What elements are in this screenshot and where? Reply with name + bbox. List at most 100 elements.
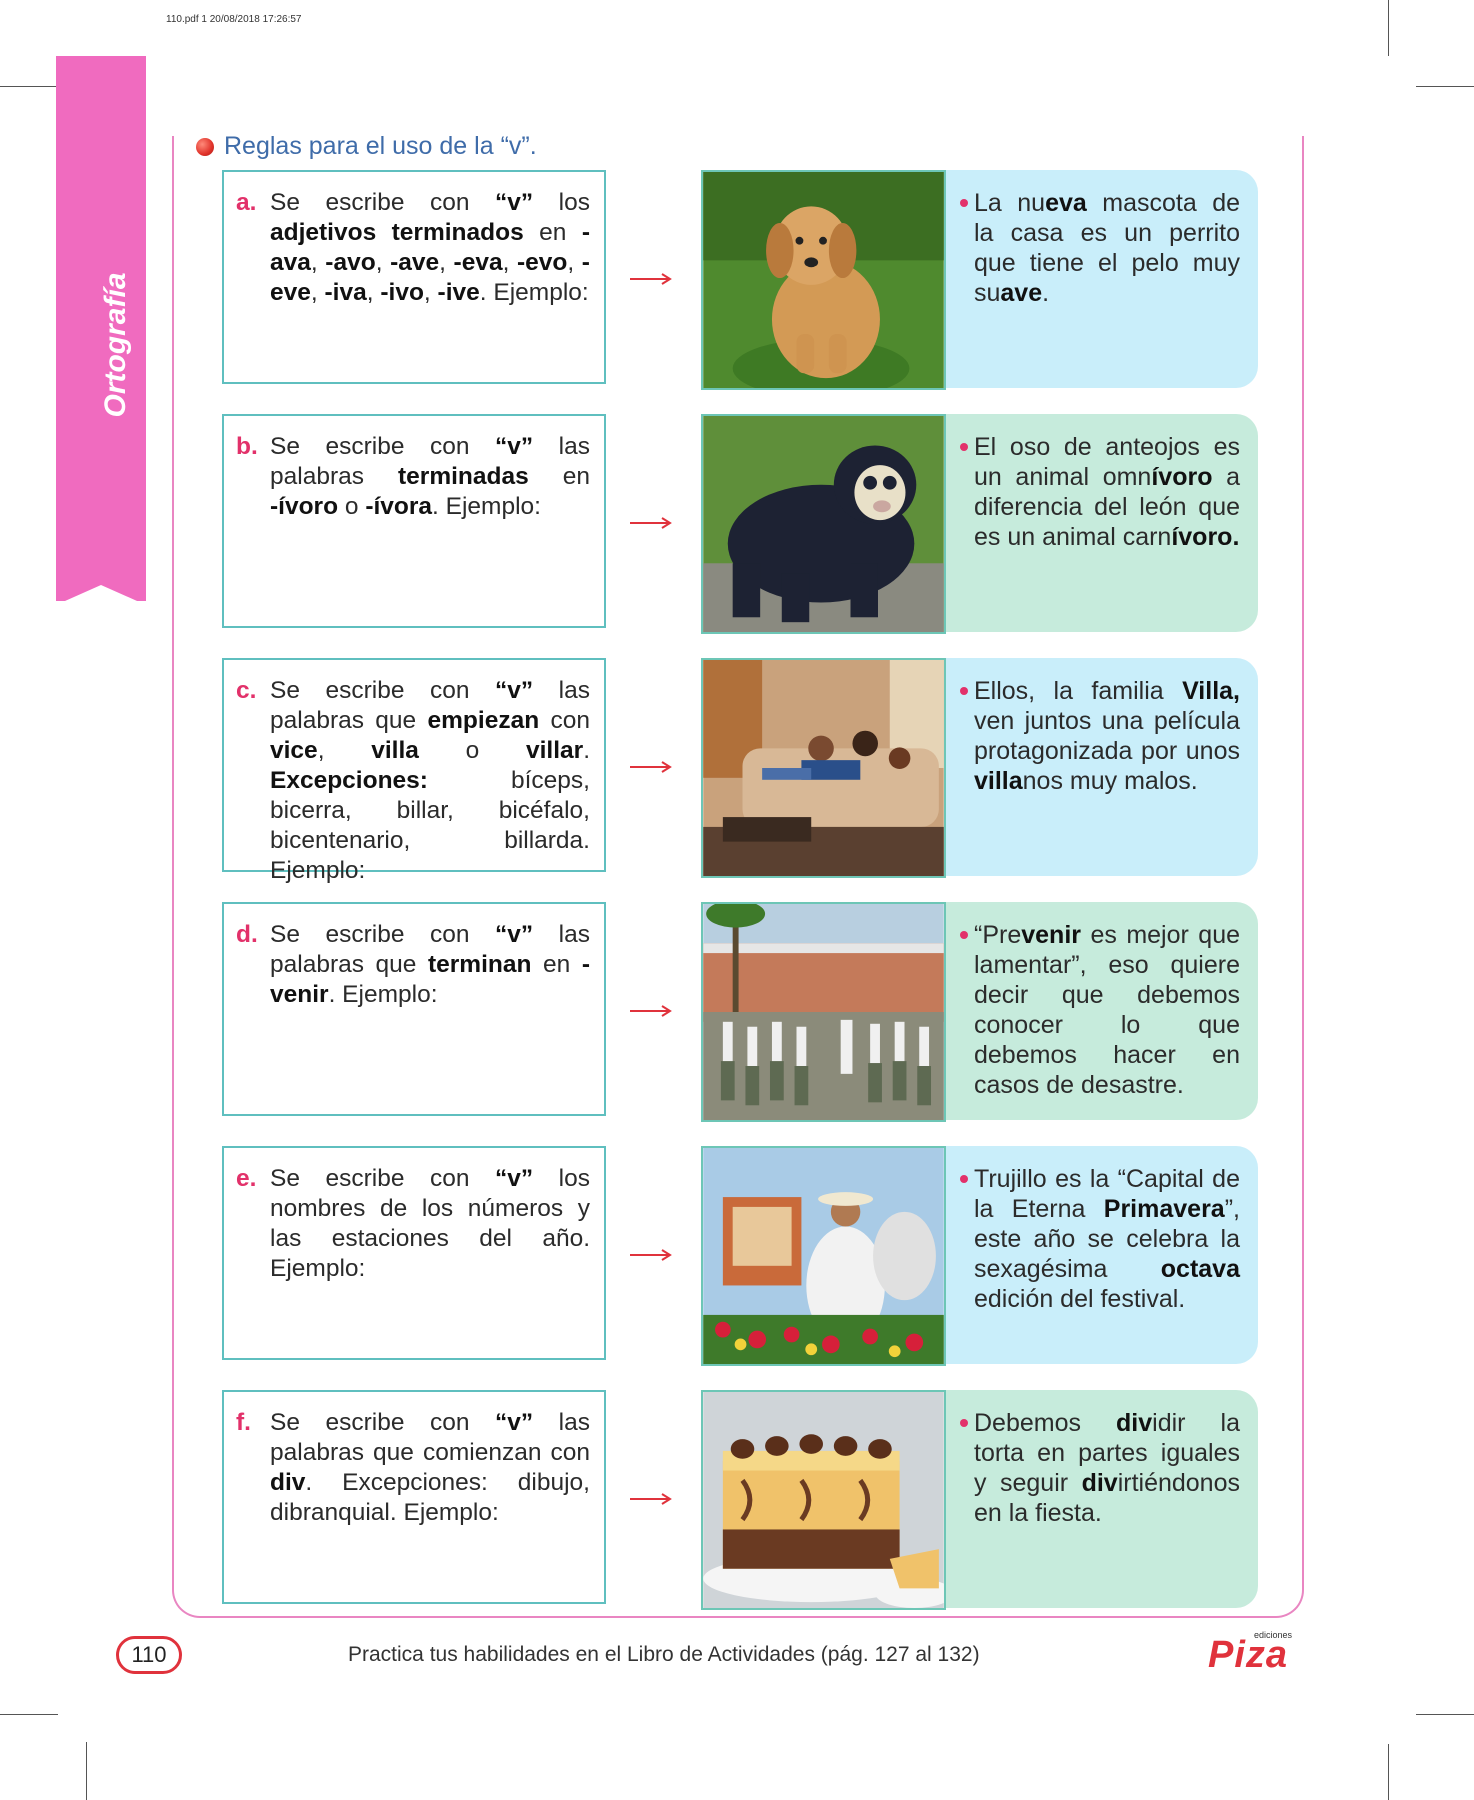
example-box: Ellos, la familia Villa, ven juntos una … — [946, 658, 1258, 876]
rule-letter: f. — [236, 1409, 251, 1436]
rule-box: b. Se escribe con “v” las palabras termin… — [222, 414, 606, 628]
file-meta: 110.pdf 1 20/08/2018 17:26:57 — [166, 14, 302, 25]
heading-text: Reglas para el uso de la “v”. — [224, 132, 537, 160]
example-box: Trujillo es la “Capital de la Eterna Pri… — [946, 1146, 1258, 1364]
text-segment: La nu — [974, 189, 1046, 217]
text-segment: ven juntos una película protagonizada po… — [974, 707, 1240, 765]
crop-mark — [1388, 1744, 1389, 1800]
footer-text: Practica tus habilidades en el Libro de … — [348, 1643, 980, 1666]
text-segment: . — [583, 737, 590, 764]
text-segment: en — [523, 219, 582, 246]
rule-box: a. Se escribe con “v” los adjetivos termi… — [222, 170, 606, 384]
bold-text: -ave — [390, 249, 440, 276]
example-text: Trujillo es la “Capital de la Eterna Pri… — [960, 1164, 1240, 1314]
text-segment: , — [375, 249, 391, 276]
text-segment: con — [539, 707, 590, 734]
bullet-dot-icon — [960, 1419, 968, 1427]
rule-text: a. Se escribe con “v” los adjetivos termi… — [236, 188, 590, 308]
example-text: Debemos dividir la torta en partes igual… — [960, 1408, 1240, 1528]
crop-mark — [0, 86, 58, 87]
bold-text: “v” — [495, 189, 534, 216]
crop-mark — [86, 1742, 87, 1800]
rule-box: d. Se escribe con “v” las palabras que te… — [222, 902, 606, 1116]
text-segment: en — [528, 463, 590, 490]
example-box: Debemos dividir la torta en partes igual… — [946, 1390, 1258, 1608]
bold-text: empiezan — [427, 707, 540, 734]
text-segment: . — [1042, 279, 1050, 307]
arrow-right-icon — [630, 1005, 672, 1017]
rule-letter: b. — [236, 433, 258, 460]
arrow-right-icon — [630, 273, 672, 285]
bold-text: “v” — [495, 1409, 534, 1436]
bold-text: div — [270, 1469, 306, 1496]
bullet-dot-icon — [960, 443, 968, 451]
bold-text: terminan — [427, 951, 532, 978]
bold-text: -evo — [517, 249, 568, 276]
school-drill-photo — [701, 902, 946, 1122]
section-heading: Reglas para el uso de la “v”. — [196, 132, 537, 161]
text-segment: los — [533, 189, 590, 216]
bold-text: -iva — [324, 279, 367, 306]
rule-letter: c. — [236, 677, 257, 704]
example-text: “Prevenir es mejor que lamentar”, eso qu… — [960, 920, 1240, 1100]
text-segment: edición del festival. — [974, 1285, 1186, 1313]
text-segment: nos muy malos. — [1022, 767, 1198, 795]
bold-text: Villa, — [1182, 677, 1240, 705]
example-text: La nueva mascota de la casa es un perrit… — [960, 188, 1240, 308]
text-segment: , — [502, 249, 517, 276]
bold-text: ívoro — [1151, 463, 1213, 491]
text-segment: en — [531, 951, 582, 978]
family-photo — [701, 658, 946, 878]
bear-photo — [701, 414, 946, 634]
bold-text: -ívora — [365, 493, 433, 520]
rule-text: f. Se escribe con “v” las palabras que co… — [236, 1408, 590, 1528]
rule-letter: d. — [236, 921, 258, 948]
text-segment: , — [423, 279, 438, 306]
text-segment: Se escribe con — [270, 921, 496, 948]
crop-mark — [1416, 1714, 1474, 1715]
text-segment: “Pre — [974, 921, 1022, 949]
text-segment: . Ejemplo: — [328, 981, 438, 1008]
rule-text: e. Se escribe con “v” los nombres de los … — [236, 1164, 590, 1284]
bold-text: -ívoro — [270, 493, 339, 520]
arrow-right-icon — [630, 1493, 672, 1505]
bold-text: villa — [974, 767, 1023, 795]
bold-text: “v” — [495, 433, 534, 460]
bold-text: venir — [1021, 921, 1081, 949]
text-segment: , — [310, 279, 325, 306]
bold-text: villa — [371, 737, 419, 764]
arrow-right-icon — [630, 761, 672, 773]
bold-text: adjetivos terminados — [270, 219, 524, 246]
arrow-right-icon — [630, 1249, 672, 1261]
rule-text: b. Se escribe con “v” las palabras termin… — [236, 432, 590, 522]
text-segment: Ellos, la familia — [974, 677, 1183, 705]
text-segment: . Ejemplo: — [432, 493, 541, 520]
arrow-right-icon — [630, 517, 672, 529]
bold-text: ave — [1000, 279, 1043, 307]
crop-mark — [1388, 0, 1389, 56]
text-segment: Debemos — [974, 1409, 1117, 1437]
bullet-dot-icon — [960, 931, 968, 939]
puppy-photo — [701, 170, 946, 390]
bold-text: eva — [1045, 189, 1087, 217]
bold-text: vice — [270, 737, 318, 764]
rule-box: c. Se escribe con “v” las palabras que em… — [222, 658, 606, 884]
rule-box: f. Se escribe con “v” las palabras que co… — [222, 1390, 606, 1604]
festival-photo — [701, 1146, 946, 1366]
rule-box: e. Se escribe con “v” los nombres de los … — [222, 1146, 606, 1360]
text-segment: o — [418, 737, 526, 764]
page-number: 110 — [116, 1636, 182, 1674]
rule-text: d. Se escribe con “v” las palabras que te… — [236, 920, 590, 1010]
example-text: Ellos, la familia Villa, ven juntos una … — [960, 676, 1240, 796]
bold-text: “v” — [495, 677, 534, 704]
text-segment: Se escribe con — [270, 433, 496, 460]
text-segment: Se escribe con — [270, 677, 496, 704]
bullet-dot-icon — [960, 1175, 968, 1183]
text-segment: o — [338, 493, 366, 520]
publisher-logo: ediciones Piza — [1208, 1630, 1304, 1676]
bold-text: Primavera — [1103, 1195, 1225, 1223]
text-segment: Se escribe con — [270, 1165, 496, 1192]
bold-text: div — [1081, 1469, 1118, 1497]
bold-text: -ive — [437, 279, 480, 306]
section-label: Ortografía — [99, 272, 132, 418]
